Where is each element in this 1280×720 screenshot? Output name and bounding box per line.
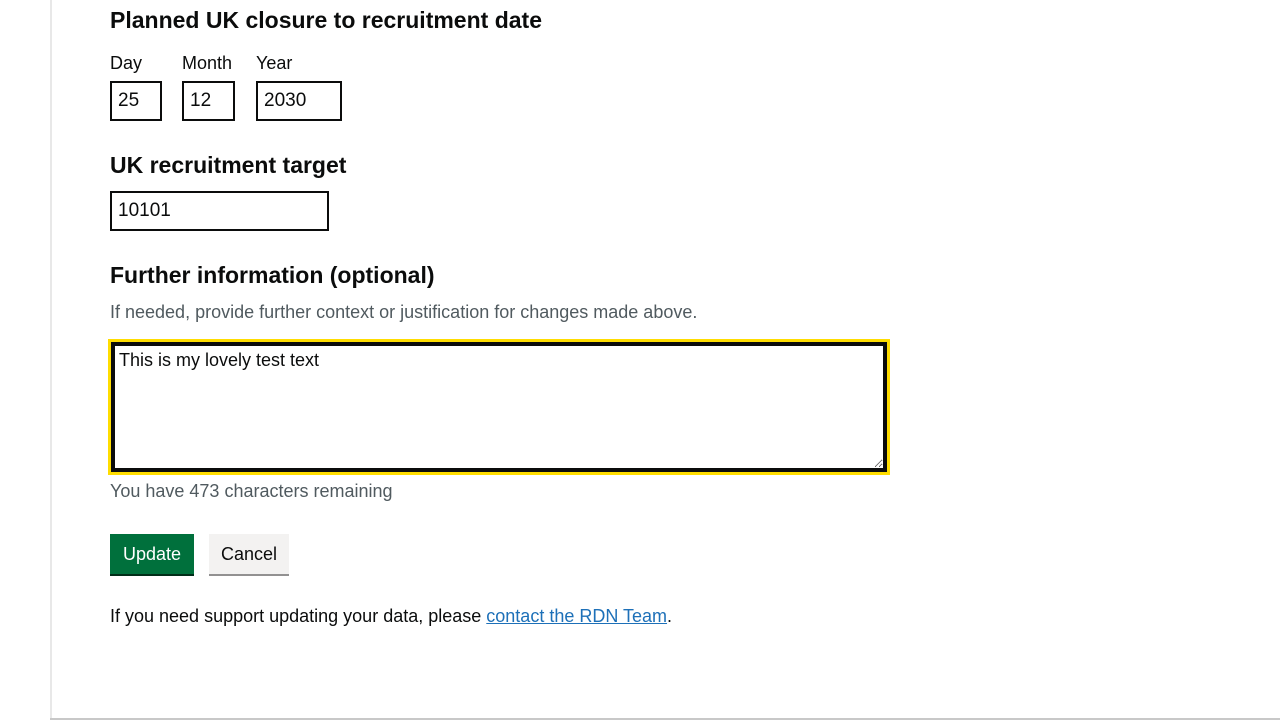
day-input[interactable]: [110, 81, 162, 121]
recruitment-target-heading: UK recruitment target: [110, 152, 347, 178]
month-input[interactable]: [182, 81, 235, 121]
closure-date-fields: Day Month Year: [110, 52, 342, 121]
recruitment-target-input[interactable]: [110, 191, 329, 231]
day-field-group: Day: [110, 52, 162, 121]
closure-date-heading: Planned UK closure to recruitment date: [110, 7, 542, 33]
month-label: Month: [182, 53, 233, 73]
further-info-textarea[interactable]: This is my lovely test text: [111, 342, 887, 472]
day-label: Day: [110, 53, 143, 73]
support-prefix: If you need support updating your data, …: [110, 606, 487, 626]
year-label: Year: [256, 53, 293, 73]
update-button[interactable]: Update: [110, 534, 194, 574]
character-count: You have 473 characters remaining: [110, 481, 393, 501]
further-info-heading: Further information (optional): [110, 262, 435, 288]
further-info-hint: If needed, provide further context or ju…: [110, 302, 698, 322]
support-suffix: .: [667, 606, 673, 626]
page: Planned UK closure to recruitment date D…: [0, 0, 1280, 720]
contact-rdn-team-link[interactable]: contact the RDN Team: [486, 606, 667, 626]
further-info-focus-ring: This is my lovely test text: [108, 339, 890, 475]
cancel-button[interactable]: Cancel: [209, 534, 289, 574]
year-field-group: Year: [256, 52, 342, 121]
left-divider: [50, 0, 52, 720]
support-message: If you need support updating your data, …: [110, 606, 672, 627]
month-field-group: Month: [182, 52, 235, 121]
year-input[interactable]: [256, 81, 342, 121]
